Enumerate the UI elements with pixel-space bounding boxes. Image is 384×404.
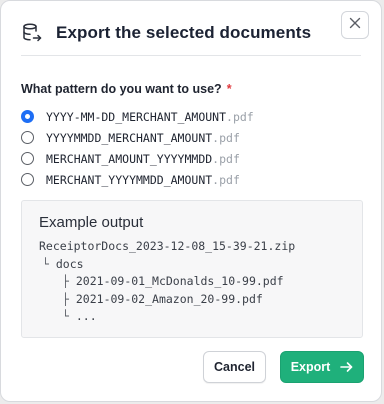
example-output-title: Example output xyxy=(39,214,144,231)
example-more: └ ... xyxy=(62,309,97,323)
pattern-option-1[interactable]: YYYY-MM-DD_MERCHANT_AMOUNT .pdf xyxy=(21,106,254,127)
pattern-extension: .pdf xyxy=(212,130,240,145)
radio-button[interactable] xyxy=(21,152,34,165)
pattern-extension: .pdf xyxy=(226,109,254,124)
cancel-label: Cancel xyxy=(214,360,255,374)
radio-button[interactable] xyxy=(21,173,34,186)
export-label: Export xyxy=(290,360,331,374)
radio-button[interactable] xyxy=(21,131,34,144)
example-output-panel: Example output ReceiptorDocs_2023-12-08_… xyxy=(21,200,363,338)
folder-name: docs xyxy=(55,257,84,271)
more-ellipsis: ... xyxy=(75,309,97,323)
export-button[interactable]: Export xyxy=(280,351,364,383)
header-divider xyxy=(21,55,361,56)
example-zip-name: ReceiptorDocs_2023-12-08_15-39-21.zip xyxy=(39,239,296,253)
pattern-text: YYYY-MM-DD_MERCHANT_AMOUNT xyxy=(46,109,227,124)
pattern-option-4[interactable]: MERCHANT_YYYYMMDD_AMOUNT .pdf xyxy=(21,169,254,190)
close-button[interactable] xyxy=(341,11,369,39)
tree-branch: ├ xyxy=(62,274,69,288)
pattern-text: YYYYMMDD_MERCHANT_AMOUNT xyxy=(46,130,213,145)
required-marker: * xyxy=(226,82,232,96)
file-name: 2021-09-02_Amazon_20-99.pdf xyxy=(75,292,263,306)
tree-branch: ├ xyxy=(62,292,69,306)
radio-button-selected[interactable] xyxy=(21,110,34,123)
export-dialog: Export the selected documents What patte… xyxy=(0,0,382,402)
pattern-question: What pattern do you want to use? * xyxy=(21,82,232,96)
pattern-options: YYYY-MM-DD_MERCHANT_AMOUNT .pdf YYYYMMDD_… xyxy=(21,106,254,190)
pattern-text: MERCHANT_YYYYMMDD_AMOUNT xyxy=(46,172,213,187)
pattern-extension: .pdf xyxy=(212,151,240,166)
dialog-title: Export the selected documents xyxy=(56,23,312,42)
tree-branch: └ xyxy=(62,309,69,323)
pattern-text: MERCHANT_AMOUNT_YYYYMMDD xyxy=(46,151,213,166)
example-folder: └ docs xyxy=(42,257,84,271)
cancel-button[interactable]: Cancel xyxy=(203,351,266,383)
example-file: ├ 2021-09-02_Amazon_20-99.pdf xyxy=(62,292,263,306)
tree-branch: └ xyxy=(42,257,49,271)
pattern-question-label: What pattern do you want to use? xyxy=(21,82,222,96)
file-name: 2021-09-01_McDonalds_10-99.pdf xyxy=(75,274,284,288)
example-file: ├ 2021-09-01_McDonalds_10-99.pdf xyxy=(62,274,284,288)
pattern-extension: .pdf xyxy=(212,172,240,187)
arrow-right-icon xyxy=(340,361,353,373)
dialog-header: Export the selected documents xyxy=(21,19,311,47)
pattern-option-3[interactable]: MERCHANT_AMOUNT_YYYYMMDD .pdf xyxy=(21,148,254,169)
database-export-icon xyxy=(21,22,43,44)
close-icon xyxy=(349,16,361,34)
pattern-option-2[interactable]: YYYYMMDD_MERCHANT_AMOUNT .pdf xyxy=(21,127,254,148)
